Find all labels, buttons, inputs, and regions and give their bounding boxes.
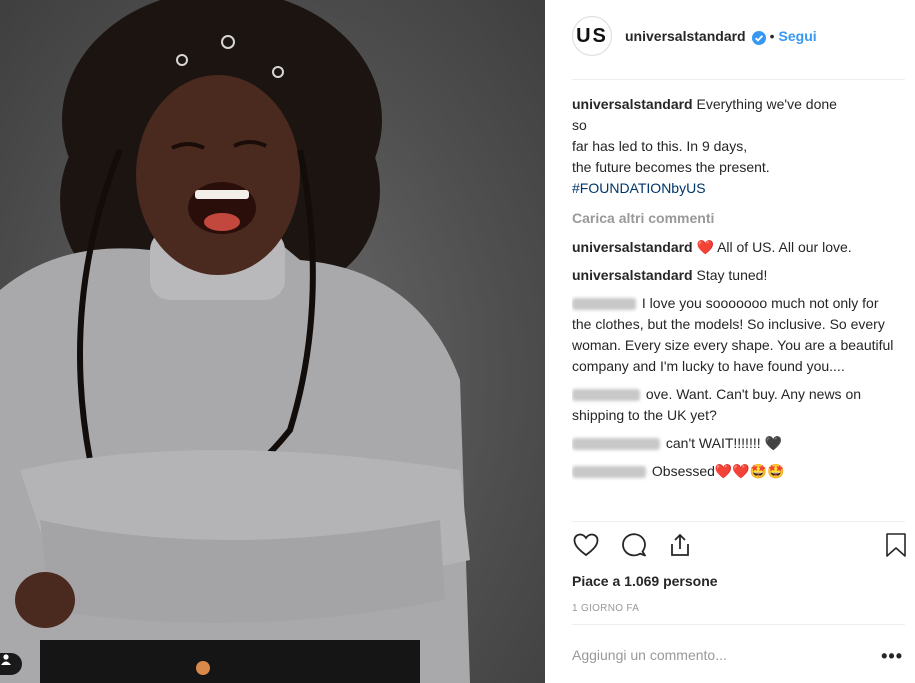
share-icon[interactable] (666, 531, 694, 564)
comment-item: I love you sooooooo much not only for th… (572, 293, 897, 377)
action-bar (572, 531, 912, 567)
post-timestamp[interactable]: 1 GIORNO FA (572, 603, 639, 614)
comment-text: Stay tuned! (696, 267, 768, 283)
author-username[interactable]: universalstandard (625, 28, 746, 44)
comment-item: Obsessed❤️❤️🤩🤩 (572, 461, 897, 482)
post-header: US universalstandard • Segui (572, 14, 905, 58)
post-photo[interactable] (0, 0, 545, 683)
comment-item: universalstandard Stay tuned! (572, 265, 897, 286)
caption-line: the future becomes the present. (572, 159, 770, 175)
blurred-username[interactable] (572, 298, 636, 311)
heart-icon[interactable] (572, 531, 600, 564)
comment-item: universalstandard ❤️ All of US. All our … (572, 237, 897, 258)
verified-icon (751, 31, 766, 45)
comment-text: All of US. All our love. (717, 239, 852, 255)
user-tag-icon[interactable] (0, 653, 22, 675)
avatar[interactable]: US (572, 16, 612, 56)
divider (572, 79, 905, 80)
comment-username[interactable]: universalstandard (572, 239, 693, 255)
post-side-panel: US universalstandard • Segui universalst… (545, 0, 915, 683)
hashtag-link[interactable]: #FOUNDATIONbyUS (572, 180, 706, 196)
add-comment-input[interactable] (572, 647, 862, 663)
comment-item: can't WAIT!!!!!!! 🖤 (572, 433, 897, 454)
separator-dot: • (769, 28, 775, 44)
comment-text: Obsessed❤️❤️🤩🤩 (651, 463, 785, 479)
comments-list[interactable]: universalstandard Everything we've done … (572, 94, 897, 522)
more-options-icon[interactable]: ••• (881, 646, 903, 667)
red-heart-emoji: ❤️ (696, 239, 714, 255)
load-more-comments-button[interactable]: Carica altri commenti (572, 208, 897, 229)
photo-illustration (0, 0, 470, 683)
caption: universalstandard Everything we've done … (572, 94, 897, 199)
comment-icon[interactable] (620, 531, 648, 564)
comment-username[interactable]: universalstandard (572, 267, 693, 283)
bookmark-icon[interactable] (882, 531, 910, 564)
blurred-username[interactable] (572, 466, 646, 479)
blurred-username[interactable] (572, 389, 640, 402)
blurred-username[interactable] (572, 438, 660, 451)
comment-text: can't WAIT!!!!!!! 🖤 (665, 435, 782, 451)
follow-button[interactable]: Segui (779, 28, 817, 44)
divider (572, 521, 905, 522)
caption-line: far has led to this. In 9 days, (572, 138, 748, 154)
divider (572, 624, 905, 625)
comment-item: ove. Want. Can't buy. Any news on shippi… (572, 384, 897, 426)
likes-count[interactable]: Piace a 1.069 persone (572, 573, 718, 589)
caption-username[interactable]: universalstandard (572, 96, 693, 112)
caption-line: so (572, 117, 587, 133)
caption-line: Everything we've done (696, 96, 837, 112)
